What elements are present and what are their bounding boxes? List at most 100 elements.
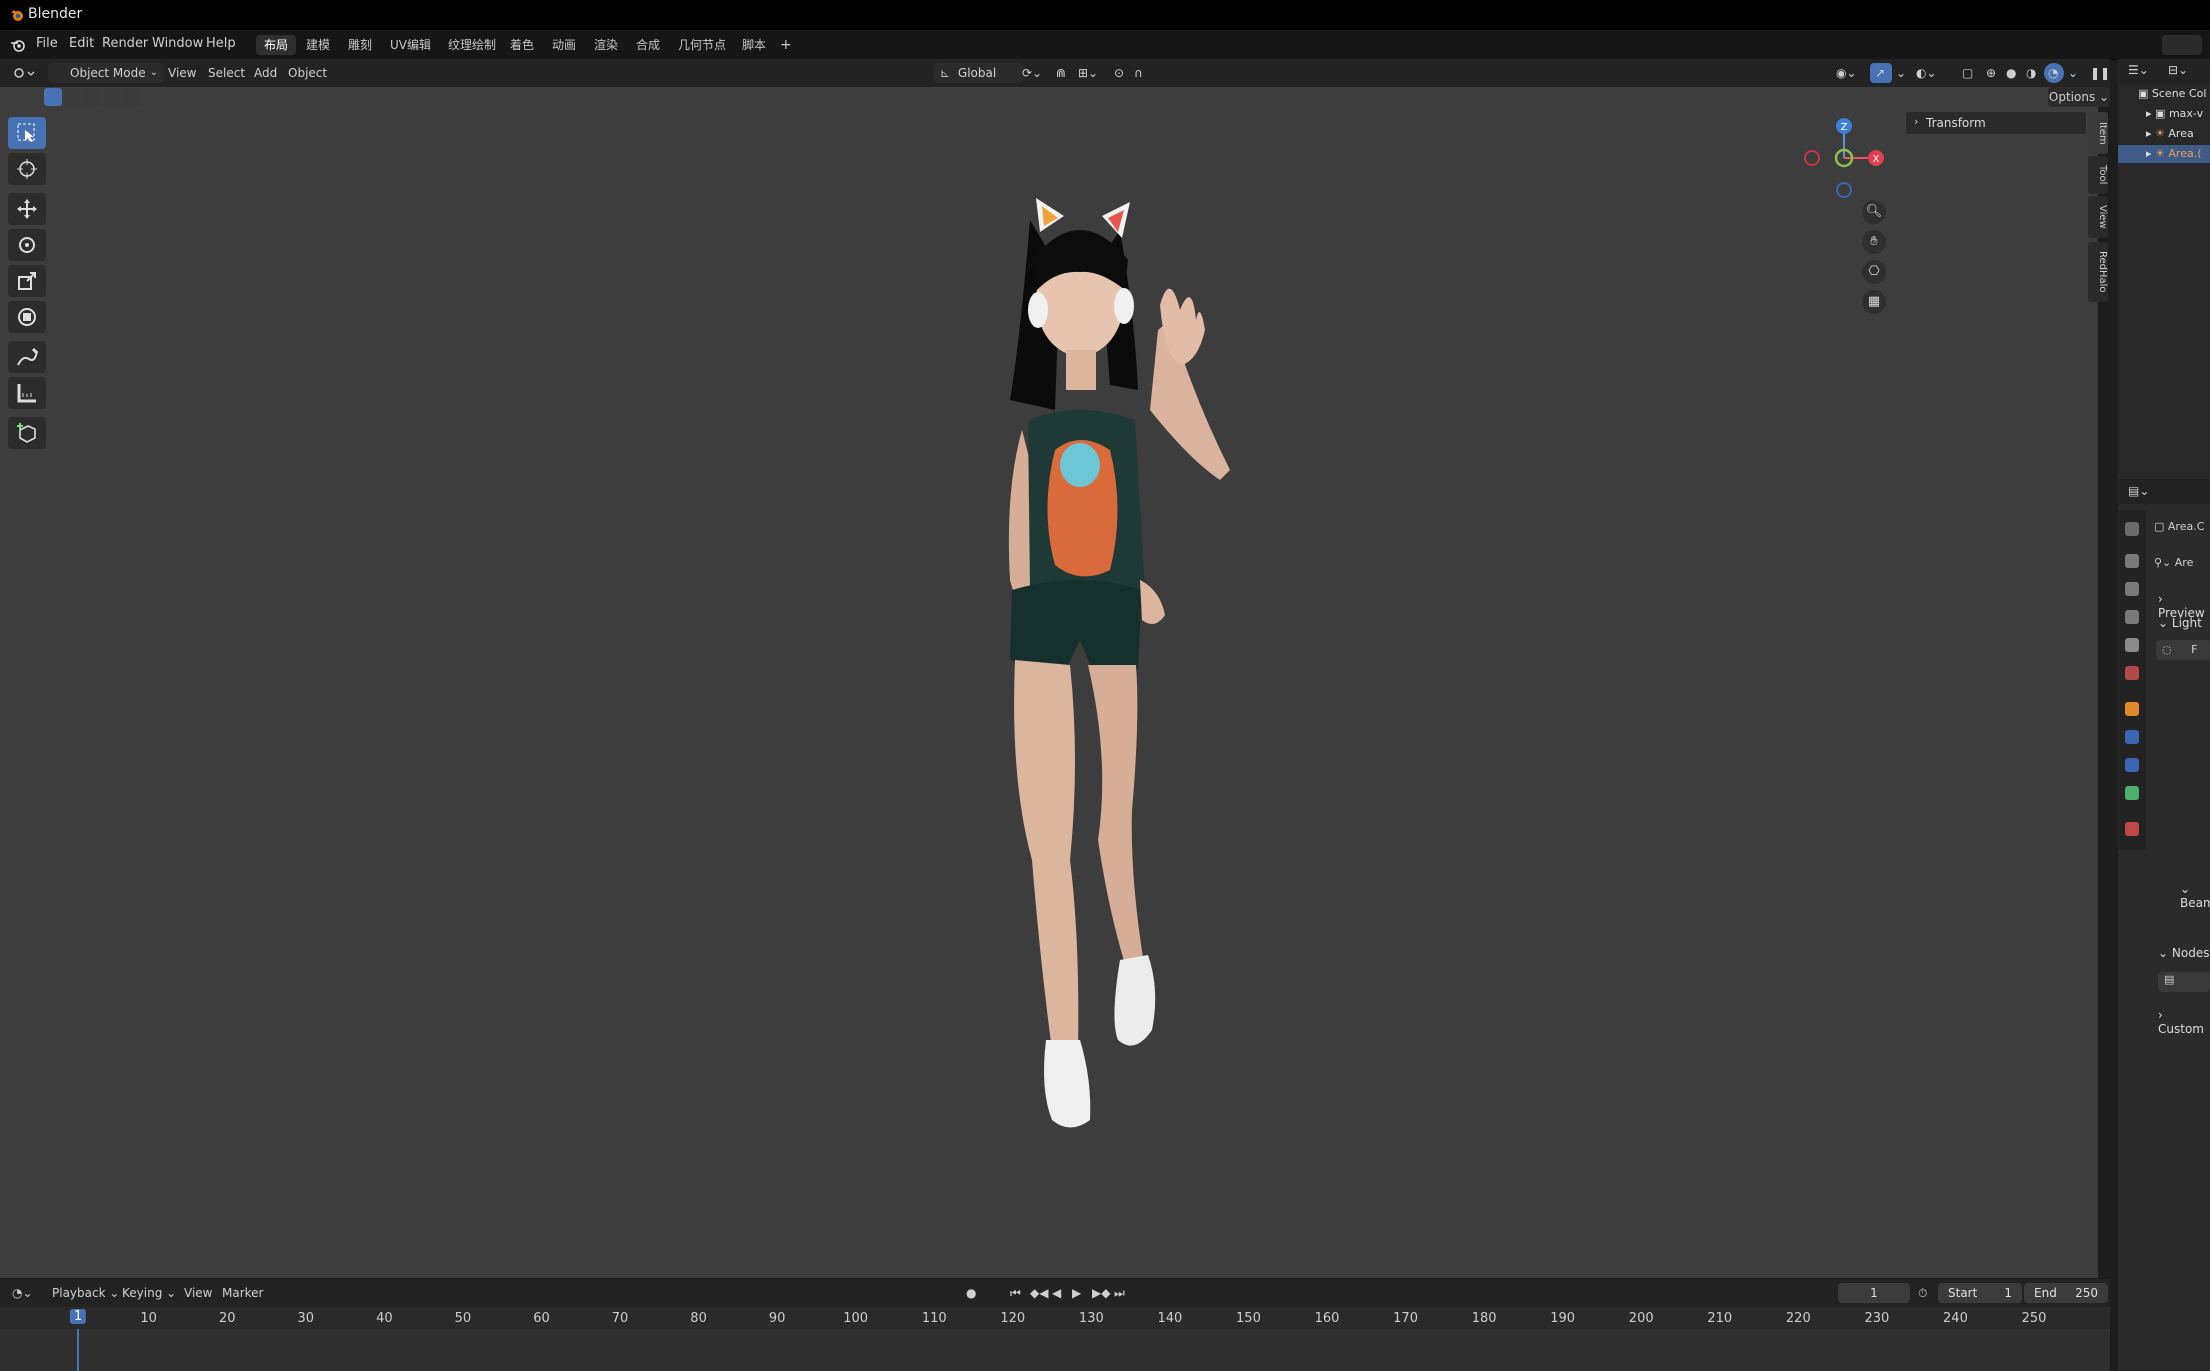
workspace-tab-scripting[interactable]: 脚本 xyxy=(734,35,774,55)
sidebar-tab-redhalo[interactable]: RedHalo xyxy=(2088,242,2108,302)
shading-dropdown[interactable]: ⌄ xyxy=(2068,63,2080,83)
gizmo-dropdown[interactable]: ⌄ xyxy=(1896,63,1910,83)
select-mode-difference-button[interactable] xyxy=(104,88,122,106)
workspace-tab-uv-editing[interactable]: UV编辑 xyxy=(382,35,439,55)
texture-tab-icon[interactable] xyxy=(2125,822,2139,836)
select-mode-new-button[interactable] xyxy=(44,88,62,106)
material-shading-button[interactable]: ◑ xyxy=(2026,63,2046,83)
properties-editor-icon[interactable]: ▤⌄ xyxy=(2128,484,2149,498)
stopwatch-icon[interactable]: ⏱ xyxy=(1918,1283,1927,1303)
play-reverse-icon[interactable]: ◀ xyxy=(1052,1283,1061,1303)
sidebar-tab-tool[interactable]: Tool xyxy=(2088,156,2108,194)
overlay-toggle[interactable]: ◐⌄ xyxy=(1916,63,1946,83)
snap-toggle[interactable]: ⋒ xyxy=(1056,63,1078,83)
workspace-tab-shading[interactable]: 着色 xyxy=(502,35,542,55)
snap-target-dropdown[interactable]: ⊞⌄ xyxy=(1078,63,1108,83)
light-type-field[interactable]: ◌ F xyxy=(2156,640,2210,660)
timeline-ruler[interactable]: 1 10 20 30 40 50 60 70 80 90 100 110 120 130 140 150 160… xyxy=(0,1307,2110,1329)
object-tab-icon[interactable] xyxy=(2125,702,2139,716)
measure-tool[interactable] xyxy=(8,377,46,409)
tool-tab-icon[interactable] xyxy=(2125,522,2139,536)
select-box-tool[interactable] xyxy=(8,117,46,149)
camera-icon[interactable]: ⎔ xyxy=(1862,260,1886,284)
playback-menu[interactable]: Playback ⌄ xyxy=(52,1283,119,1303)
editor-type-button[interactable] xyxy=(10,63,38,83)
display-mode-icon[interactable]: ⊟⌄ xyxy=(2168,63,2188,77)
world-tab-icon[interactable] xyxy=(2125,666,2139,680)
light-data-field[interactable]: ⚲⌄ Are xyxy=(2154,556,2193,569)
timeline-track-area[interactable] xyxy=(0,1329,2110,1371)
outliner-item[interactable]: ▸ ▣ max-v xyxy=(2118,105,2210,123)
scale-tool[interactable] xyxy=(8,265,46,297)
jump-end-icon[interactable]: ⏭ xyxy=(1114,1283,1125,1303)
play-icon[interactable]: ▶ xyxy=(1072,1283,1081,1303)
prev-keyframe-icon[interactable]: ◆◀ xyxy=(1030,1283,1048,1303)
select-mode-subtract-button[interactable] xyxy=(84,88,102,106)
menu-help[interactable]: Help xyxy=(206,36,236,51)
timeline-editor-icon[interactable]: ◔⌄ xyxy=(12,1283,33,1303)
pause-render-button[interactable]: ❚❚ xyxy=(2090,63,2110,83)
falloff-dropdown[interactable]: ∩ xyxy=(1134,63,1152,83)
navigation-gizmo[interactable]: Z X xyxy=(1800,110,1900,210)
hand-pan-icon[interactable]: ✋︎ xyxy=(1862,230,1886,254)
outliner-item[interactable]: ▸ ☀ Area xyxy=(2118,125,2210,143)
outliner-item-selected[interactable]: ▸ ☀ Area.( xyxy=(2118,145,2210,163)
scene-tab-icon[interactable] xyxy=(2125,638,2139,652)
outliner-scene-collection[interactable]: ▣ Scene Col xyxy=(2118,85,2210,103)
rendered-shading-button[interactable]: ◔ xyxy=(2044,63,2064,83)
rotate-tool[interactable] xyxy=(8,229,46,261)
workspace-tab-rendering[interactable]: 渲染 xyxy=(586,35,626,55)
workspace-tab-compositing[interactable]: 合成 xyxy=(628,35,668,55)
menu-add[interactable]: Add xyxy=(254,63,277,83)
light-panel-header[interactable]: ⌄ Light xyxy=(2158,616,2202,630)
workspace-tab-texture-paint[interactable]: 纹理绘制 xyxy=(440,35,504,55)
transform-panel[interactable]: › Transform xyxy=(1906,112,2086,134)
jump-start-icon[interactable]: ⏮ xyxy=(1010,1283,1021,1303)
current-frame-field[interactable]: 1 xyxy=(1838,1283,1910,1303)
custom-properties-header[interactable]: › Custom xyxy=(2158,1008,2210,1036)
use-nodes-button[interactable]: ▤ xyxy=(2158,972,2210,992)
menu-object[interactable]: Object xyxy=(288,63,327,83)
constraints-tab-icon[interactable] xyxy=(2125,758,2139,772)
wireframe-shading-button[interactable]: ⊕ xyxy=(1986,63,2006,83)
proportional-edit-toggle[interactable]: ⊙ xyxy=(1114,63,1132,83)
transform-orientation-dropdown[interactable]: ⊾ Global xyxy=(934,63,1024,83)
annotate-tool[interactable] xyxy=(8,341,46,373)
solid-shading-button[interactable]: ● xyxy=(2006,63,2026,83)
marker-menu[interactable]: Marker xyxy=(222,1283,263,1303)
workspace-tab-sculpting[interactable]: 雕刻 xyxy=(340,35,380,55)
timeline-view-menu[interactable]: View xyxy=(184,1283,212,1303)
physics-tab-icon[interactable] xyxy=(2125,730,2139,744)
menu-window[interactable]: Window xyxy=(152,36,203,51)
beam-panel-header[interactable]: ⌄ Beam xyxy=(2180,882,2210,910)
object-name-field[interactable]: ▢ Area.C xyxy=(2154,520,2204,533)
character-model[interactable] xyxy=(960,160,1280,1210)
workspace-tab-layout[interactable]: 布局 xyxy=(256,35,297,55)
gizmo-toggle[interactable]: ↗ xyxy=(1870,63,1892,83)
scene-selector[interactable] xyxy=(2162,35,2202,55)
keying-menu[interactable]: Keying ⌄ xyxy=(122,1283,176,1303)
cursor-tool[interactable] xyxy=(8,153,46,185)
select-mode-intersect-button[interactable] xyxy=(124,88,142,106)
menu-file[interactable]: File xyxy=(36,36,58,51)
menu-edit[interactable]: Edit xyxy=(69,36,94,51)
grid-icon[interactable]: ▦ xyxy=(1862,290,1886,314)
workspace-tab-modeling[interactable]: 建模 xyxy=(298,35,338,55)
end-frame-field[interactable]: End 250 xyxy=(2024,1283,2108,1303)
xray-toggle[interactable]: ▢ xyxy=(1962,63,1980,83)
workspace-tab-geometry-nodes[interactable]: 几何节点 xyxy=(670,35,734,55)
start-frame-field[interactable]: Start 1 xyxy=(1938,1283,2022,1303)
select-mode-extend-button[interactable] xyxy=(64,88,82,106)
current-frame-marker[interactable]: 1 xyxy=(69,1309,87,1324)
light-data-tab-icon[interactable] xyxy=(2125,786,2139,800)
outliner-editor-icon[interactable]: ☰⌄ xyxy=(2128,63,2149,77)
record-icon[interactable]: ● xyxy=(966,1283,976,1303)
workspace-tab-animation[interactable]: 动画 xyxy=(544,35,584,55)
blender-menu-icon[interactable] xyxy=(10,38,26,52)
visibility-dropdown[interactable]: ◉⌄ xyxy=(1836,63,1866,83)
menu-select[interactable]: Select xyxy=(208,63,245,83)
options-dropdown[interactable]: Options ⌄ xyxy=(2048,87,2110,107)
add-cube-tool[interactable] xyxy=(8,417,46,449)
sidebar-tab-view[interactable]: View xyxy=(2088,196,2108,238)
transform-tool[interactable] xyxy=(8,301,46,333)
